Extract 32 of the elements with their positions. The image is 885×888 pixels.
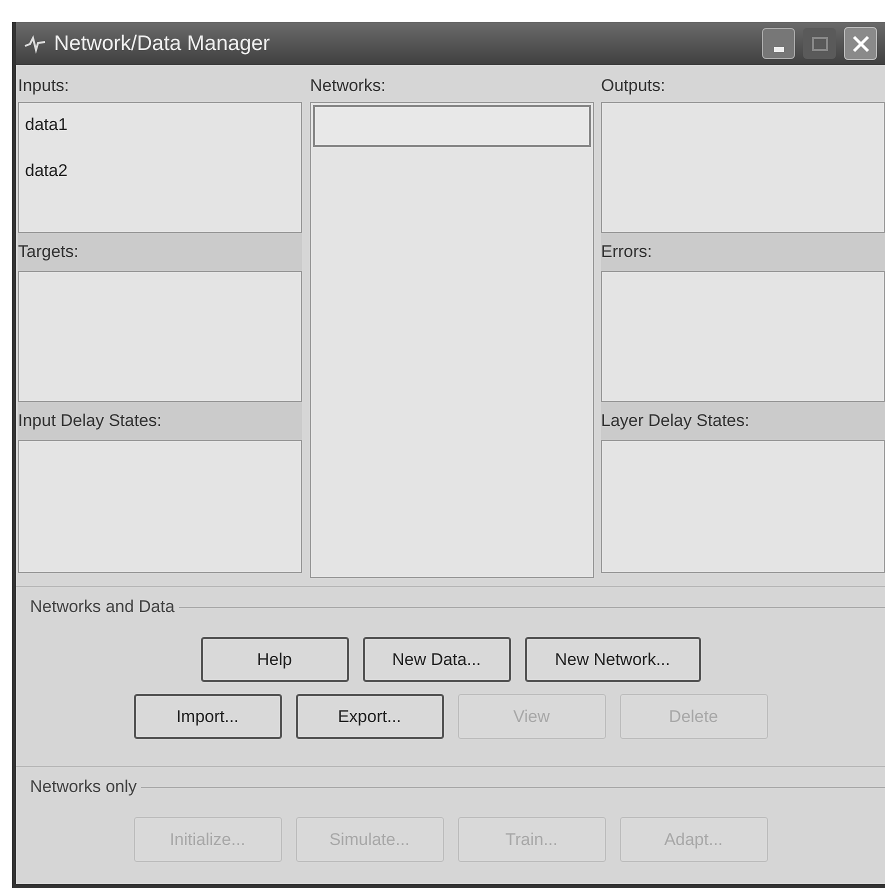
action-button[interactable]: Export... (296, 694, 444, 739)
minimize-icon (774, 47, 784, 52)
list-item[interactable]: data1 (25, 113, 301, 153)
list-item[interactable]: data2 (25, 159, 301, 199)
panel-label: Networks: (310, 74, 386, 96)
app-icon (24, 34, 46, 54)
action-button[interactable]: Import... (134, 694, 282, 739)
close-button[interactable] (844, 27, 877, 60)
maximize-icon (812, 36, 828, 50)
action-button[interactable]: New Data... (362, 637, 510, 682)
data-list[interactable] (18, 440, 302, 573)
panel-label: Layer Delay States: (601, 410, 750, 432)
group-title: Networks only (29, 776, 138, 798)
window-title: Network/Data Manager (54, 30, 270, 57)
maximize-button[interactable] (803, 28, 836, 59)
selected-row[interactable] (313, 105, 591, 147)
data-list[interactable]: data1 data2 (18, 102, 302, 233)
panel-label: Errors: (601, 241, 652, 264)
data-list[interactable] (601, 102, 885, 233)
group-title: Networks and Data (29, 596, 176, 618)
panel-label: Outputs: (601, 74, 666, 96)
minimize-button[interactable] (762, 28, 795, 59)
networks-list[interactable] (310, 102, 594, 578)
panel-label: Inputs: (18, 74, 70, 96)
data-list[interactable] (601, 271, 885, 402)
data-list[interactable] (601, 440, 885, 573)
action-button[interactable]: New Network... (524, 637, 700, 682)
close-icon (850, 34, 870, 54)
panel-label: Input Delay States: (18, 410, 162, 432)
data-list[interactable] (18, 271, 302, 402)
panel-label: Targets: (18, 241, 78, 264)
action-button[interactable]: Help (200, 637, 348, 682)
